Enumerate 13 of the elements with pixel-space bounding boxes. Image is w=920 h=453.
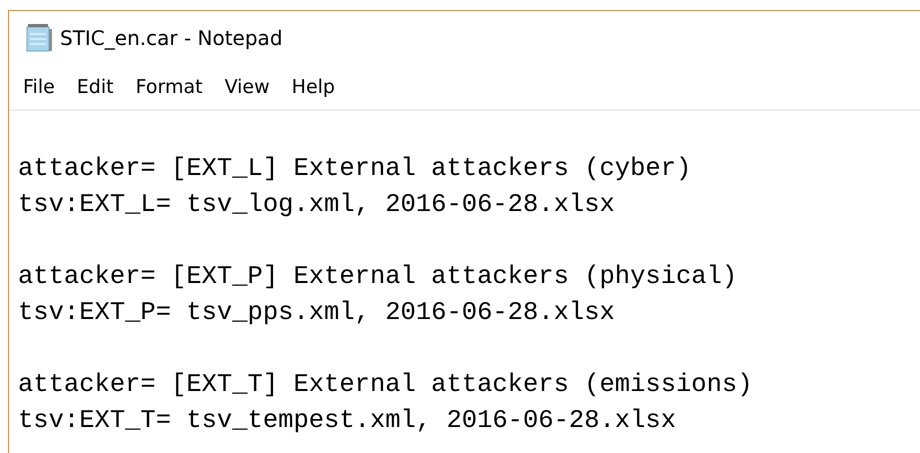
window-title: STIC_en.car - Notepad: [60, 26, 283, 50]
notepad-icon: [26, 23, 52, 53]
text-line: tsv:EXT_T= tsv_tempest.xml, 2016-06-28.xlsx: [18, 405, 676, 437]
menu-item[interactable]: File: [23, 76, 65, 98]
text-line: attacker= [EXT_L] External attackers (cyber): [18, 153, 692, 185]
menu-item[interactable]: Help: [292, 76, 345, 98]
text-line: attacker= [EXT_P] External attackers (physical): [18, 261, 738, 293]
text-line: tsv:EXT_P= tsv_pps.xml, 2016-06-28.xlsx: [18, 297, 615, 329]
menu-item[interactable]: Format: [136, 76, 213, 98]
menu-item[interactable]: View: [224, 76, 280, 98]
menu-item[interactable]: Edit: [76, 76, 124, 98]
text-line: tsv:EXT_L= tsv_log.xml, 2016-06-28.xlsx: [18, 189, 615, 221]
text-line: attacker= [EXT_T] External attackers (emissions): [18, 369, 753, 401]
